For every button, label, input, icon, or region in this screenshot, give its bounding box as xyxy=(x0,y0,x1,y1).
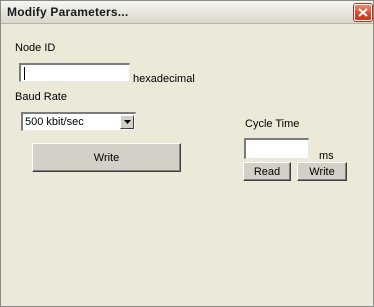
cycle-time-read-button[interactable]: Read xyxy=(243,162,291,181)
chevron-down-icon xyxy=(124,120,131,124)
close-button[interactable] xyxy=(354,4,372,21)
cycle-time-input[interactable] xyxy=(244,138,309,159)
cycle-time-write-button[interactable]: Write xyxy=(297,162,347,181)
baud-rate-label: Baud Rate xyxy=(15,91,67,103)
baud-rate-selected-value: 500 kbit/sec xyxy=(25,116,84,128)
title-bar: Modify Parameters... xyxy=(1,1,373,24)
close-icon xyxy=(358,8,368,17)
baud-rate-dropdown-button[interactable] xyxy=(120,115,134,129)
baud-rate-write-button[interactable]: Write xyxy=(32,143,181,172)
cycle-time-unit-label: ms xyxy=(319,150,334,162)
node-id-unit-label: hexadecimal xyxy=(133,73,195,85)
node-id-input[interactable] xyxy=(19,63,130,82)
cycle-time-read-label: Read xyxy=(253,166,281,178)
window-title: Modify Parameters... xyxy=(7,5,129,19)
modify-parameters-dialog: Modify Parameters... Node ID hexadecimal… xyxy=(0,0,374,307)
node-id-label: Node ID xyxy=(15,42,56,54)
baud-rate-write-label: Write xyxy=(93,152,120,164)
text-caret xyxy=(24,67,25,80)
cycle-time-write-label: Write xyxy=(309,166,335,178)
baud-rate-select[interactable]: 500 kbit/sec xyxy=(21,112,136,131)
cycle-time-label: Cycle Time xyxy=(245,118,300,130)
